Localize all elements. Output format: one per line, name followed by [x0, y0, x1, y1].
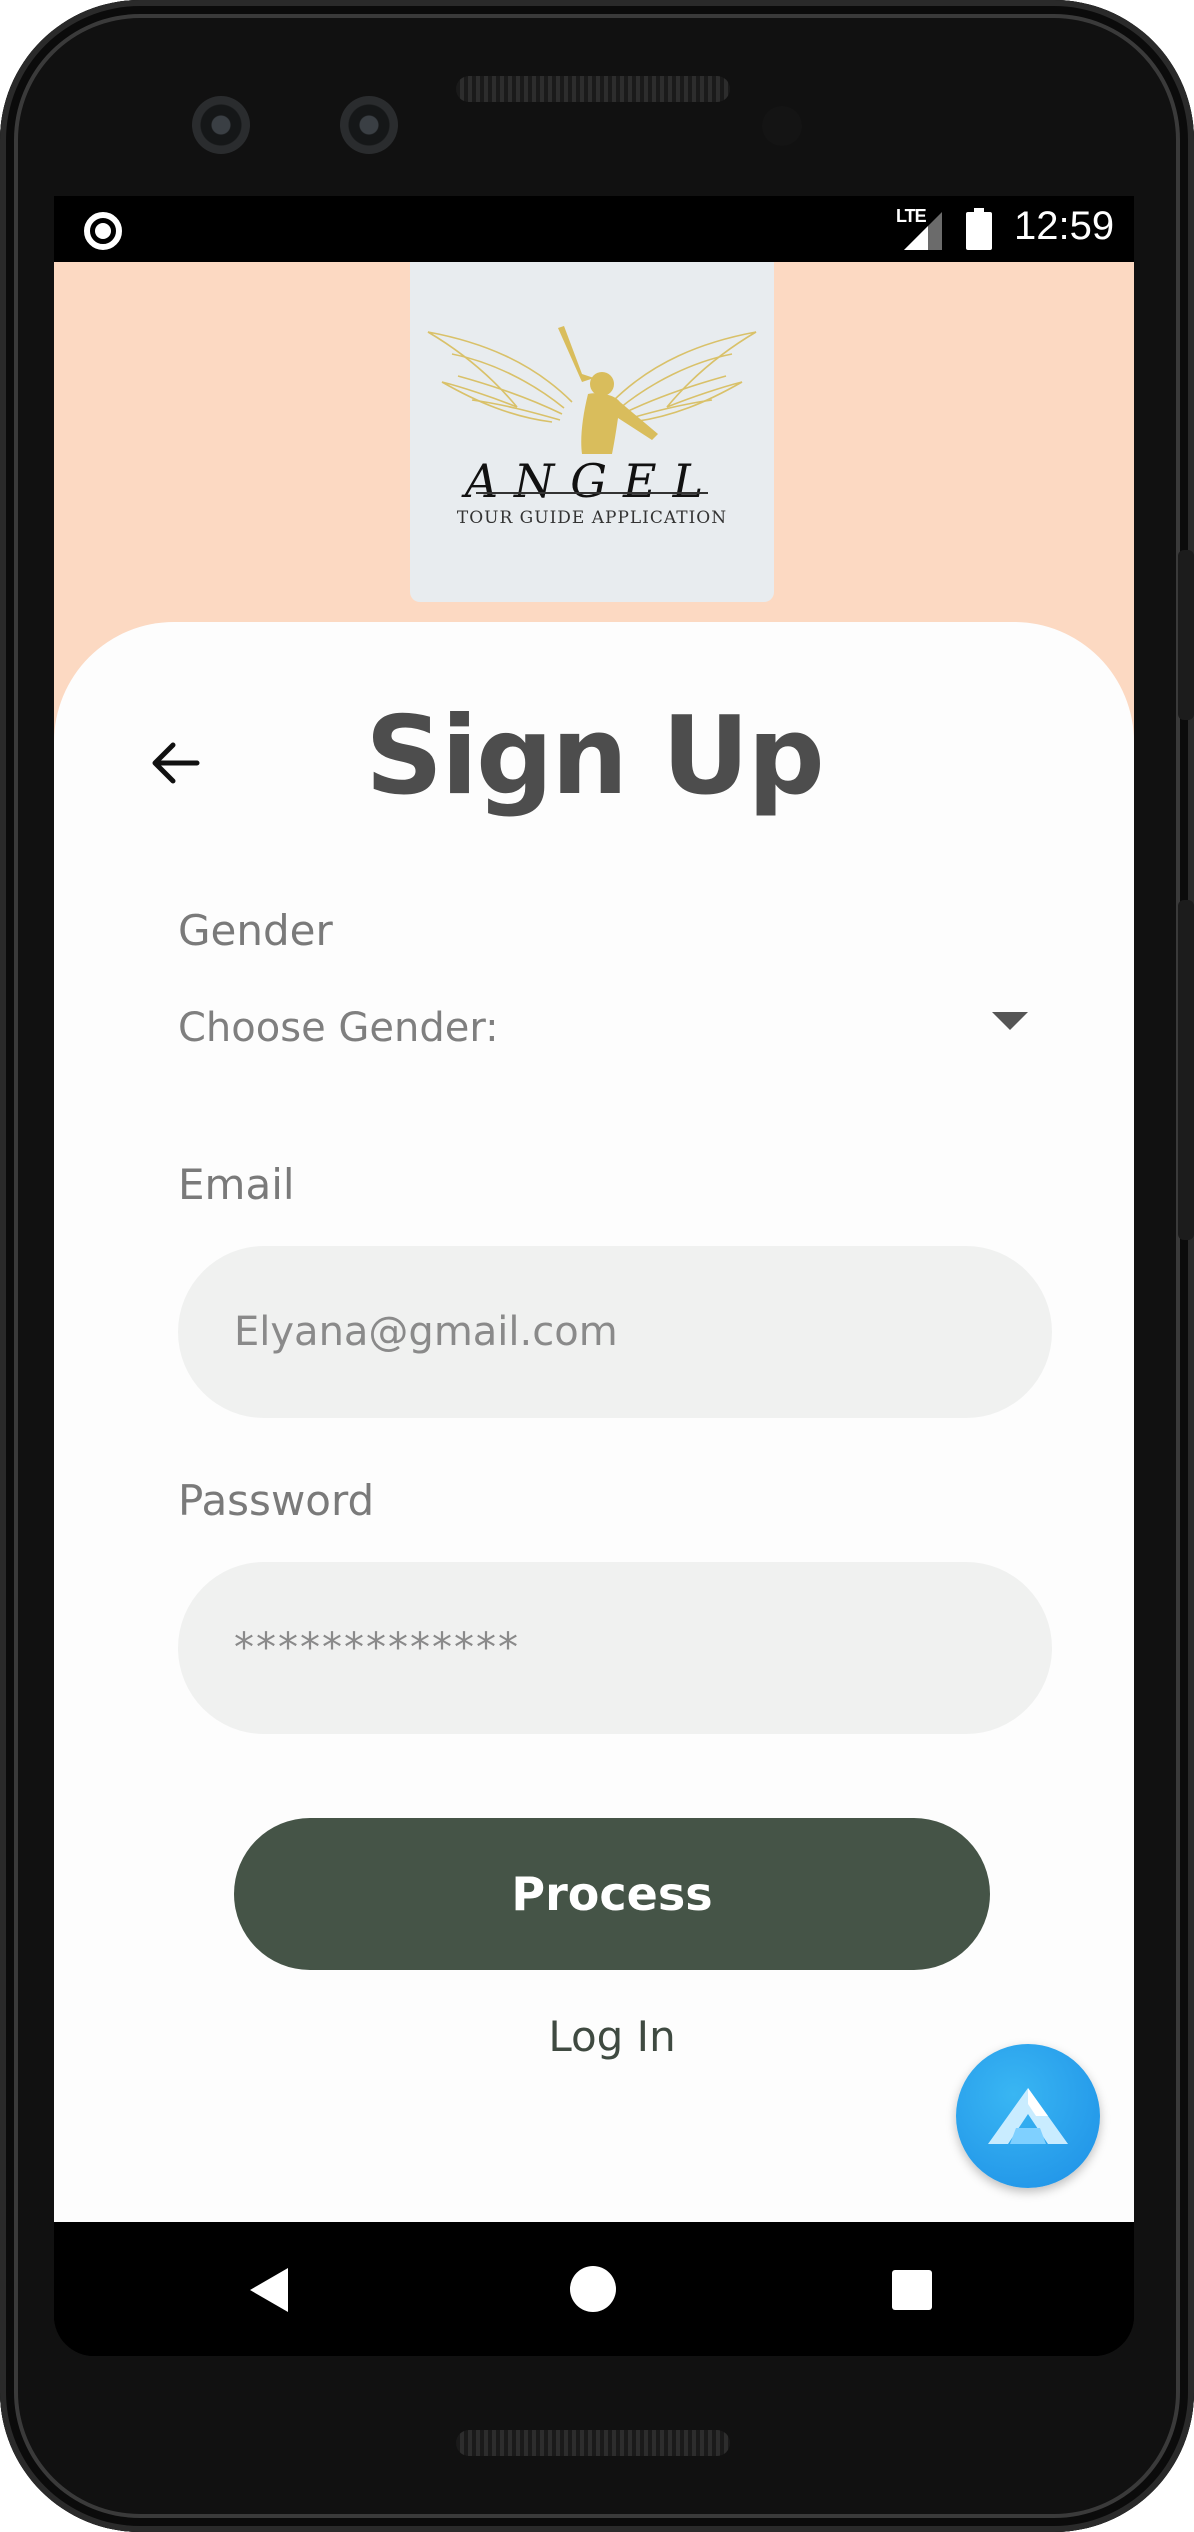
front-camera-secondary-icon — [340, 96, 398, 154]
email-field[interactable] — [178, 1246, 1052, 1418]
status-clock: 12:59 — [1014, 204, 1115, 248]
power-button — [1178, 550, 1194, 720]
gender-dropdown-value: Choose Gender: — [178, 1005, 499, 1051]
lte-signal-icon — [904, 212, 942, 250]
app-fab-icon — [988, 2088, 1068, 2144]
login-link[interactable]: Log In — [54, 2012, 1134, 2061]
gender-label: Gender — [178, 906, 333, 955]
nav-home-icon[interactable] — [570, 2266, 616, 2312]
bottom-speaker — [456, 2430, 730, 2456]
process-button[interactable]: Process — [234, 1818, 990, 1970]
nav-back-icon[interactable] — [250, 2268, 288, 2312]
signup-form-card: Sign Up Gender Choose Gender: Email Pass… — [54, 622, 1134, 2222]
dropdown-arrow-icon — [992, 1012, 1028, 1030]
battery-icon — [966, 208, 992, 250]
logo-divider — [476, 492, 708, 494]
app-content: ANGEL TOUR GUIDE APPLICATION Sign Up Gen… — [54, 262, 1134, 2222]
email-label: Email — [178, 1160, 295, 1209]
app-fab-button[interactable] — [956, 2044, 1100, 2188]
screen: LTE 12:59 ANGEL TOUR GUIDE APPLICATION S… — [54, 196, 1134, 2356]
gender-dropdown[interactable]: Choose Gender: — [178, 988, 1034, 1068]
system-nav-bar — [54, 2222, 1134, 2356]
app-logo: ANGEL TOUR GUIDE APPLICATION — [410, 262, 774, 602]
volume-button — [1178, 900, 1194, 1240]
proximity-sensor — [762, 106, 802, 146]
nav-recents-icon[interactable] — [892, 2270, 932, 2310]
notification-indicator-icon — [84, 212, 122, 250]
password-label: Password — [178, 1476, 375, 1525]
angel-wings-logo-icon — [427, 326, 757, 454]
logo-title: ANGEL — [464, 454, 720, 508]
front-camera-icon — [192, 96, 250, 154]
logo-subtitle: TOUR GUIDE APPLICATION — [456, 508, 728, 528]
status-bar: LTE 12:59 — [54, 196, 1134, 262]
password-field[interactable] — [178, 1562, 1052, 1734]
page-title: Sign Up — [365, 694, 825, 819]
earpiece-speaker — [456, 76, 730, 102]
